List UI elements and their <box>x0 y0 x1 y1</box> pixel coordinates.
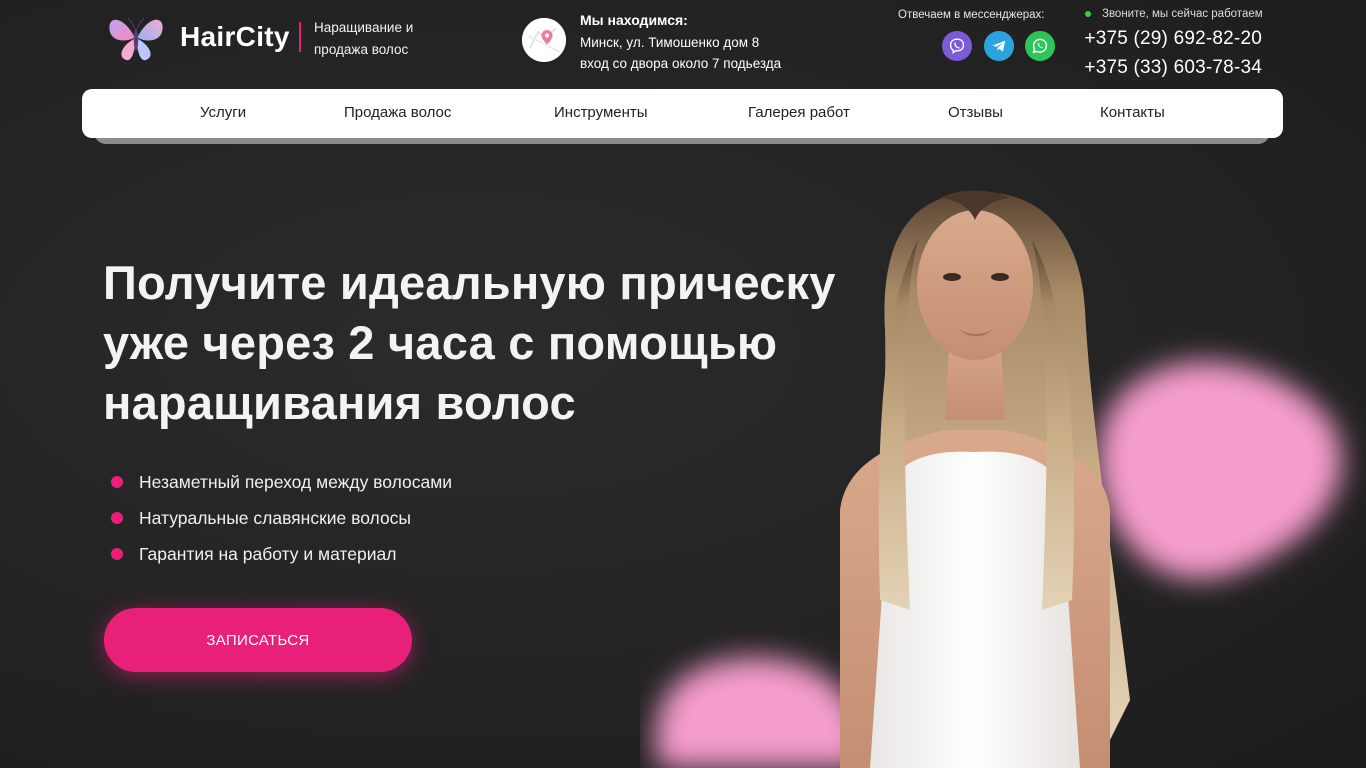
logo-link[interactable]: HairCity <box>104 10 301 64</box>
feature-item: Гарантия на работу и материал <box>111 536 452 572</box>
online-status-dot <box>1085 11 1091 17</box>
map-pin-icon[interactable] <box>522 18 566 62</box>
book-appointment-button[interactable]: ЗАПИСАТЬСЯ <box>104 608 412 672</box>
tagline-line-1: Наращивание и <box>314 20 414 35</box>
tagline: Наращивание и продажа волос <box>314 17 434 61</box>
bullet-icon <box>111 476 123 488</box>
site-header: HairCity Наращивание и продажа волос Мы … <box>0 0 1366 90</box>
bullet-icon <box>111 548 123 560</box>
work-status-text: Звоните, мы сейчас работаем <box>1102 8 1263 20</box>
messengers-label: Отвечаем в мессенджерах: <box>898 9 1045 21</box>
feature-text: Натуральные славянские волосы <box>139 507 412 528</box>
feature-item: Незаметный переход между волосами <box>111 464 452 500</box>
nav-item-tools[interactable]: Инструменты <box>554 104 648 121</box>
feature-item: Натуральные славянские волосы <box>111 500 452 536</box>
feature-text: Гарантия на работу и материал <box>139 543 397 564</box>
nav-item-services[interactable]: Услуги <box>200 104 246 121</box>
whatsapp-icon[interactable] <box>1025 31 1055 61</box>
address-line-2: вход со двора около 7 подьезда <box>580 56 782 71</box>
main-nav: Услуги Продажа волос Инструменты Галерея… <box>82 89 1283 138</box>
butterfly-logo-icon <box>109 17 163 61</box>
hero-model-image <box>655 190 1342 768</box>
phone-link-2[interactable]: +375 (33) 603-78-34 <box>1084 57 1262 79</box>
bullet-icon <box>111 512 123 524</box>
address-block: Мы находимся: Минск, ул. Тимошенко дом 8… <box>580 10 781 75</box>
nav-item-hair-sale[interactable]: Продажа волос <box>344 104 451 121</box>
address-line-1: Минск, ул. Тимошенко дом 8 <box>580 34 760 50</box>
address-title: Мы находимся: <box>580 12 688 28</box>
brand-name: HairCity <box>180 21 290 52</box>
features-list: Незаметный переход между волосами Натура… <box>111 464 452 572</box>
tagline-line-2: продажа волос <box>314 42 409 57</box>
nav-item-reviews[interactable]: Отзывы <box>948 104 1003 121</box>
nav-item-gallery[interactable]: Галерея работ <box>748 104 850 121</box>
viber-icon[interactable] <box>942 31 972 61</box>
nav-item-contacts[interactable]: Контакты <box>1100 104 1165 121</box>
phone-link-1[interactable]: +375 (29) 692-82-20 <box>1084 28 1262 50</box>
feature-text: Незаметный переход между волосами <box>139 471 453 492</box>
work-status: Звоните, мы сейчас работаем <box>1085 8 1263 20</box>
telegram-icon[interactable] <box>984 31 1014 61</box>
logo-divider <box>298 22 301 52</box>
